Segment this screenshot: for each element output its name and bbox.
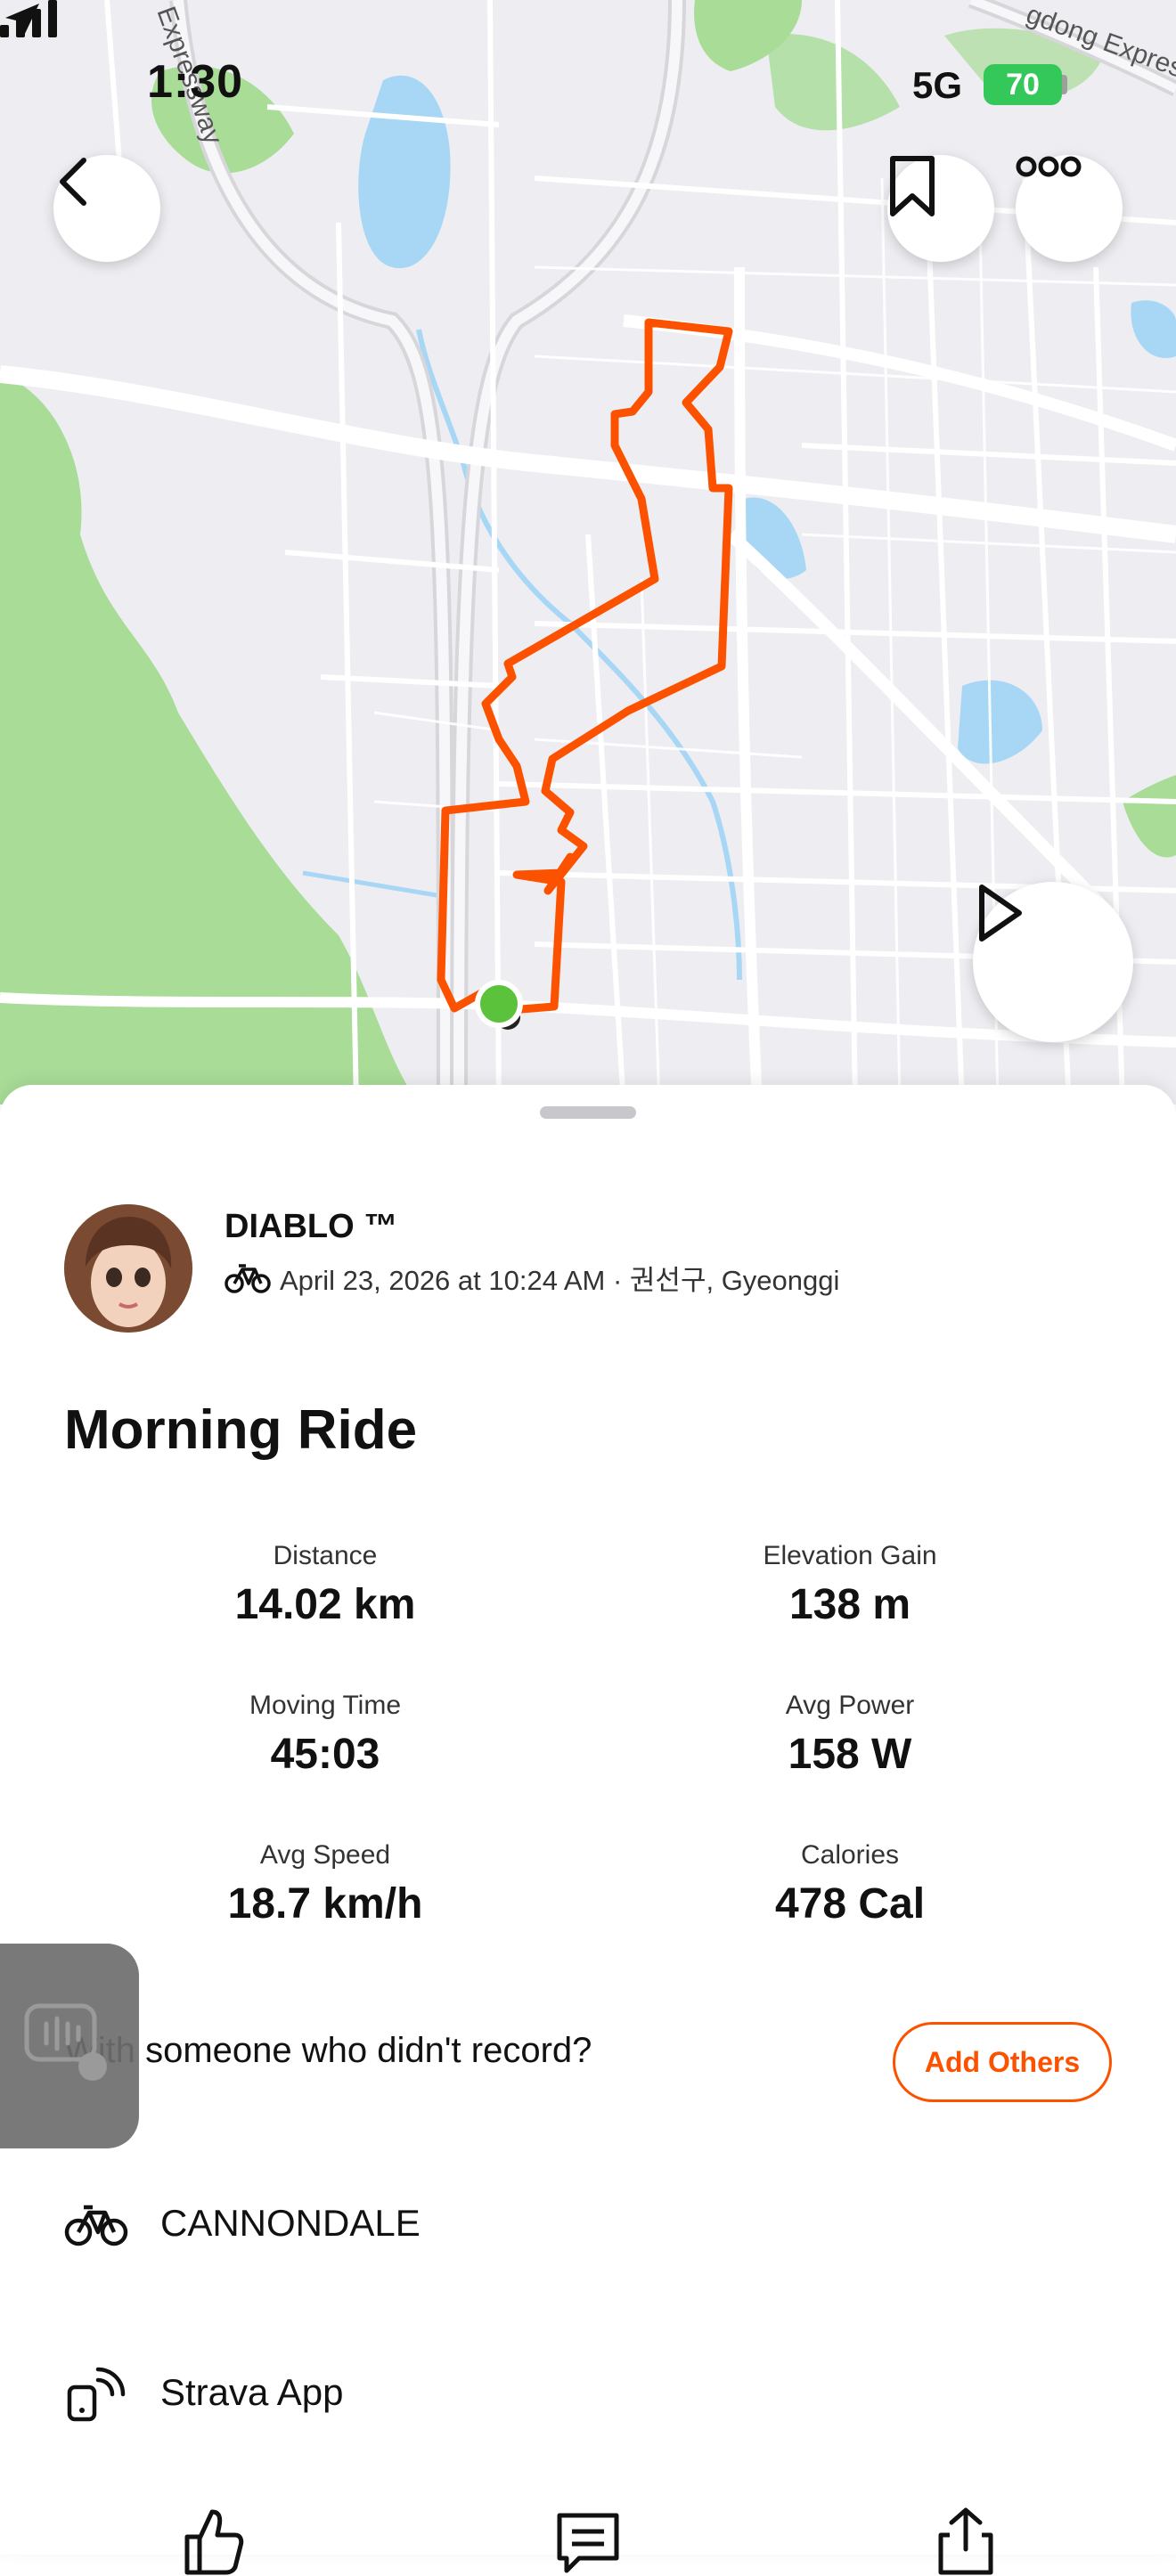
back-button[interactable]: [53, 155, 160, 262]
battery-level: 70: [1006, 67, 1040, 102]
bike-icon: [64, 2205, 128, 2246]
comment-icon[interactable]: [552, 2505, 624, 2576]
device-icon: [67, 2367, 126, 2422]
voice-memo-icon: [24, 2003, 107, 2081]
action-bar: [0, 2505, 1176, 2575]
gear-row[interactable]: CANNONDALE: [64, 2191, 421, 2255]
stat-label: Distance: [273, 1541, 378, 1570]
tag-others-prompt: With someone who didn't record?: [64, 2031, 592, 2070]
save-route-button[interactable]: [887, 155, 994, 262]
share-icon[interactable]: [930, 2505, 1001, 2576]
avatar-image: [64, 1204, 192, 1333]
athlete-avatar[interactable]: [64, 1204, 192, 1333]
stat-avg-power: Avg Power 158 W: [627, 1691, 1073, 1779]
stat-value: 138 m: [788, 1581, 911, 1628]
device-name: Strava App: [160, 2371, 344, 2413]
stat-value: 158 W: [788, 1731, 912, 1778]
status-time: 1:30: [147, 56, 244, 108]
network-type: 5G: [912, 64, 963, 106]
route-map[interactable]: Expressway gdong Expressv 1:30 5G 70: [0, 0, 1176, 1105]
activity-title: Morning Ride: [64, 1399, 418, 1461]
activity-date-location: April 23, 2026 at 10:24 AM · 권선구, Gyeong…: [280, 1265, 840, 1296]
bookmark-icon: [890, 156, 935, 216]
status-bar: 1:30 5G 70: [0, 0, 1176, 169]
sheet-grabber[interactable]: [540, 1106, 636, 1119]
bike-icon: [225, 1263, 271, 1293]
voice-control-overlay[interactable]: [0, 1944, 139, 2148]
stat-label: Avg Speed: [259, 1840, 391, 1870]
gear-name: CANNONDALE: [160, 2202, 421, 2244]
stat-label: Calories: [800, 1840, 900, 1870]
stat-value: 18.7 km/h: [227, 1880, 423, 1928]
add-others-button[interactable]: Add Others: [893, 2022, 1112, 2102]
flyover-play-button[interactable]: [973, 882, 1133, 1042]
activity-sheet: DIABLO ™ April 23, 2026 at 10:24 AM · 권선…: [0, 1085, 1176, 2575]
chevron-left-icon: [60, 158, 86, 206]
start-marker: [475, 980, 523, 1028]
stat-avg-speed: Avg Speed 18.7 km/h: [102, 1840, 548, 1928]
battery-cap: [1062, 75, 1067, 94]
stat-label: Avg Power: [785, 1691, 915, 1720]
stat-calories: Calories 478 Cal: [627, 1840, 1073, 1928]
more-icon: [1016, 156, 1082, 177]
stat-value: 45:03: [270, 1731, 380, 1778]
signal-icon: [0, 0, 57, 37]
stat-value: 478 Cal: [774, 1880, 926, 1928]
stat-moving-time: Moving Time 45:03: [102, 1691, 548, 1779]
play-icon: [979, 884, 1022, 942]
battery-icon: 70: [984, 64, 1062, 105]
stat-label: Moving Time: [249, 1691, 402, 1720]
more-options-button[interactable]: [1016, 155, 1123, 262]
stat-elevation-gain: Elevation Gain 138 m: [627, 1541, 1073, 1629]
stat-value: 14.02 km: [234, 1581, 416, 1628]
athlete-name[interactable]: DIABLO ™: [225, 1208, 397, 1246]
kudos-thumbs-up-icon[interactable]: [175, 2505, 246, 2576]
stat-distance: Distance 14.02 km: [102, 1541, 548, 1629]
stat-label: Elevation Gain: [763, 1541, 937, 1570]
device-row: Strava App: [64, 2360, 343, 2425]
activity-meta: April 23, 2026 at 10:24 AM · 권선구, Gyeong…: [225, 1258, 839, 1298]
